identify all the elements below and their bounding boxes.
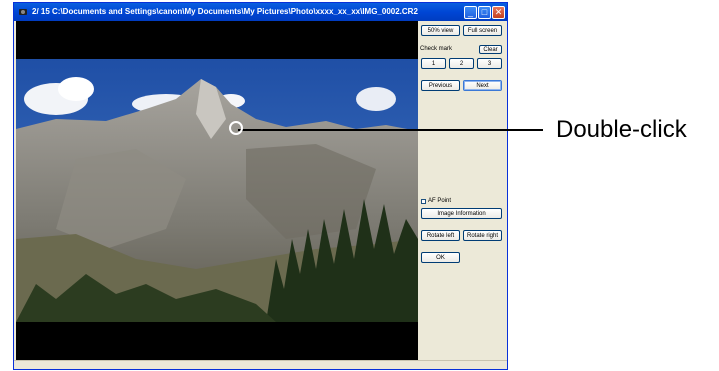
maximize-icon[interactable]: □ bbox=[478, 5, 491, 19]
next-button[interactable]: Next bbox=[463, 80, 502, 91]
control-panel: 50% view Full screen Check mark Clear 1 … bbox=[418, 21, 507, 361]
check-mark-2-button[interactable]: 2 bbox=[449, 58, 474, 69]
pointer-circle-icon bbox=[229, 121, 243, 135]
full-screen-button[interactable]: Full screen bbox=[463, 25, 502, 36]
image-viewer-window: 2/ 15 C:\Documents and Settings\canon\My… bbox=[13, 2, 508, 370]
image-information-button[interactable]: Image Information bbox=[421, 208, 502, 219]
af-point-checkbox[interactable] bbox=[421, 199, 426, 204]
callout-line bbox=[238, 129, 543, 131]
check-mark-1-button[interactable]: 1 bbox=[421, 58, 446, 69]
rotate-right-button[interactable]: Rotate right bbox=[463, 230, 502, 241]
50-percent-view-button[interactable]: 50% view bbox=[421, 25, 460, 36]
window-title: 2/ 15 C:\Documents and Settings\canon\My… bbox=[32, 7, 418, 16]
mountain-photo[interactable] bbox=[16, 59, 418, 322]
status-bar bbox=[14, 360, 507, 369]
af-point-label: AF Point bbox=[428, 198, 452, 204]
previous-button[interactable]: Previous bbox=[421, 80, 460, 91]
app-icon bbox=[19, 9, 27, 15]
callout-text: Double-click bbox=[556, 116, 687, 143]
image-view-area[interactable] bbox=[16, 21, 418, 361]
minimize-icon[interactable]: _ bbox=[464, 5, 477, 19]
check-mark-3-button[interactable]: 3 bbox=[477, 58, 502, 69]
close-icon[interactable]: ✕ bbox=[492, 5, 505, 19]
check-mark-label: Check mark bbox=[420, 46, 453, 52]
title-bar[interactable]: 2/ 15 C:\Documents and Settings\canon\My… bbox=[14, 3, 507, 21]
rotate-left-button[interactable]: Rotate left bbox=[421, 230, 460, 241]
clear-button[interactable]: Clear bbox=[479, 45, 502, 54]
ok-button[interactable]: OK bbox=[421, 252, 460, 263]
